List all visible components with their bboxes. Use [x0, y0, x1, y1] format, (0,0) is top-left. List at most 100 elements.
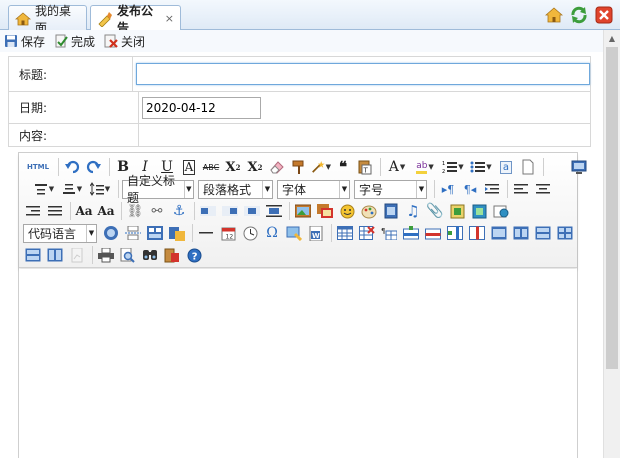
image-center-icon[interactable]	[264, 201, 284, 221]
paste-text-icon[interactable]: T	[355, 157, 375, 177]
tab-publish-announcement[interactable]: 发布公告 ×	[90, 4, 181, 35]
insert-music-icon[interactable]: ♫	[403, 201, 423, 221]
align-justify-icon[interactable]	[45, 201, 65, 221]
multi-image-icon[interactable]	[315, 201, 335, 221]
image-left-icon[interactable]	[198, 201, 218, 221]
finish-button[interactable]: 完成	[54, 33, 95, 50]
print-icon[interactable]	[96, 245, 116, 265]
highlight-color-icon[interactable]: ab ▼	[412, 157, 438, 177]
window-close-button[interactable]	[594, 5, 614, 25]
snap-screen-icon[interactable]	[284, 223, 304, 243]
split-to-cols-icon[interactable]	[45, 245, 65, 265]
drafts-icon[interactable]	[162, 245, 182, 265]
link-icon[interactable]: ⛓	[125, 201, 145, 221]
horizontal-rule-icon[interactable]	[196, 223, 216, 243]
image-right-icon[interactable]	[220, 201, 240, 221]
word-image-icon[interactable]	[167, 223, 187, 243]
chart-disabled-icon[interactable]	[67, 245, 87, 265]
special-chars-icon[interactable]: Ω	[262, 223, 282, 243]
tab-close-button[interactable]: ×	[165, 12, 174, 25]
merge-right-icon[interactable]	[511, 223, 531, 243]
insert-video-icon[interactable]	[381, 201, 401, 221]
delete-row-icon[interactable]	[423, 223, 443, 243]
scroll-up-arrow[interactable]: ▲	[604, 30, 620, 46]
rich-text-editor: HTML B I U A ABC X2 X2 ▼ ❝ T A ▼ ab ▼ 1 2 ▼ …	[18, 152, 587, 458]
font-color-icon[interactable]: A ▼	[384, 157, 410, 177]
to-uppercase-icon[interactable]: Aa	[74, 201, 94, 221]
title-row: 标题:	[9, 56, 590, 91]
unlink-icon[interactable]: ⚯	[147, 201, 167, 221]
merge-down-icon[interactable]	[533, 223, 553, 243]
custom-title-select[interactable]: 自定义标题 ▼	[122, 174, 194, 205]
align-right-icon[interactable]	[23, 201, 43, 221]
help-icon[interactable]: ?	[184, 245, 204, 265]
insert-code-icon[interactable]	[469, 201, 489, 221]
insert-column-icon[interactable]	[445, 223, 465, 243]
background-icon[interactable]	[145, 223, 165, 243]
quote-icon[interactable]: ❝	[333, 157, 353, 177]
superscript-icon[interactable]: X2	[223, 157, 243, 177]
font-family-select[interactable]: 字体 ▼	[277, 179, 350, 199]
insert-frame-icon[interactable]	[447, 201, 467, 221]
format-painter-icon[interactable]	[289, 157, 309, 177]
word-import-icon[interactable]: W	[306, 223, 326, 243]
split-to-rows-icon[interactable]	[23, 245, 43, 265]
refresh-button[interactable]	[569, 5, 589, 25]
strikethrough-icon[interactable]: ABC	[201, 157, 221, 177]
search-replace-icon[interactable]	[140, 245, 160, 265]
emoticon-icon[interactable]	[337, 201, 357, 221]
page-break-icon[interactable]	[123, 223, 143, 243]
insert-image-icon[interactable]	[293, 201, 313, 221]
save-button[interactable]: 保存	[4, 33, 45, 50]
template-icon[interactable]	[101, 223, 121, 243]
merge-cells-icon[interactable]	[489, 223, 509, 243]
row-spacing-top-icon[interactable]: ▼	[31, 179, 57, 199]
row-spacing-bottom-icon[interactable]: ▼	[59, 179, 85, 199]
web-page-icon[interactable]	[491, 201, 511, 221]
delete-column-icon[interactable]	[467, 223, 487, 243]
ordered-list-icon[interactable]: 1 2 ▼	[440, 157, 466, 177]
subscript-icon[interactable]: X2	[245, 157, 265, 177]
clear-doc-icon[interactable]	[518, 157, 538, 177]
code-language-select[interactable]: 代码语言 ▼	[23, 223, 97, 243]
redo-button[interactable]	[84, 157, 104, 177]
insert-date-icon[interactable]: 12	[218, 223, 238, 243]
scroll-thumb[interactable]	[606, 47, 618, 369]
insert-row-icon[interactable]	[401, 223, 421, 243]
to-lowercase-icon[interactable]: Aa	[96, 201, 116, 221]
image-none-icon[interactable]	[242, 201, 262, 221]
undo-button[interactable]	[62, 157, 82, 177]
rtl-direction-icon[interactable]: ¶◂	[460, 179, 480, 199]
home-button[interactable]	[544, 5, 564, 25]
split-cells-icon[interactable]	[555, 223, 575, 243]
print-preview-icon[interactable]	[118, 245, 138, 265]
html-source-button[interactable]: HTML	[23, 157, 53, 177]
delete-table-icon[interactable]	[357, 223, 377, 243]
scrawl-icon[interactable]	[359, 201, 379, 221]
align-left-icon[interactable]	[511, 179, 531, 199]
svg-text:?: ?	[191, 251, 197, 262]
indent-icon[interactable]	[482, 179, 502, 199]
insert-time-icon[interactable]	[240, 223, 260, 243]
anchor-icon[interactable]: ⚓	[169, 201, 189, 221]
close-button[interactable]: 关闭	[104, 33, 145, 50]
ltr-direction-icon[interactable]: ▸¶	[438, 179, 458, 199]
page-scrollbar[interactable]: ▲	[603, 30, 620, 458]
line-height-icon[interactable]: ▼	[87, 179, 113, 199]
eraser-icon[interactable]	[267, 157, 287, 177]
title-input[interactable]	[136, 63, 590, 85]
insert-paragraph-before-table-icon[interactable]: ¶	[379, 223, 399, 243]
paragraph-format-select[interactable]: 段落格式 ▼	[198, 179, 273, 199]
align-center-icon[interactable]	[533, 179, 553, 199]
preview-icon[interactable]	[569, 157, 589, 177]
font-size-select[interactable]: 字号 ▼	[354, 179, 427, 199]
select-all-icon[interactable]: a	[496, 157, 516, 177]
unordered-list-icon[interactable]: ▼	[468, 157, 494, 177]
attachment-icon[interactable]: 📎	[425, 201, 445, 221]
insert-table-icon[interactable]	[335, 223, 355, 243]
editor-content-area[interactable]	[19, 269, 577, 458]
svg-text:¶: ¶	[381, 227, 385, 235]
date-input[interactable]	[142, 96, 261, 119]
magic-wand-icon[interactable]: ▼	[311, 157, 331, 177]
tab-my-desktop[interactable]: 我的桌面	[8, 4, 87, 35]
